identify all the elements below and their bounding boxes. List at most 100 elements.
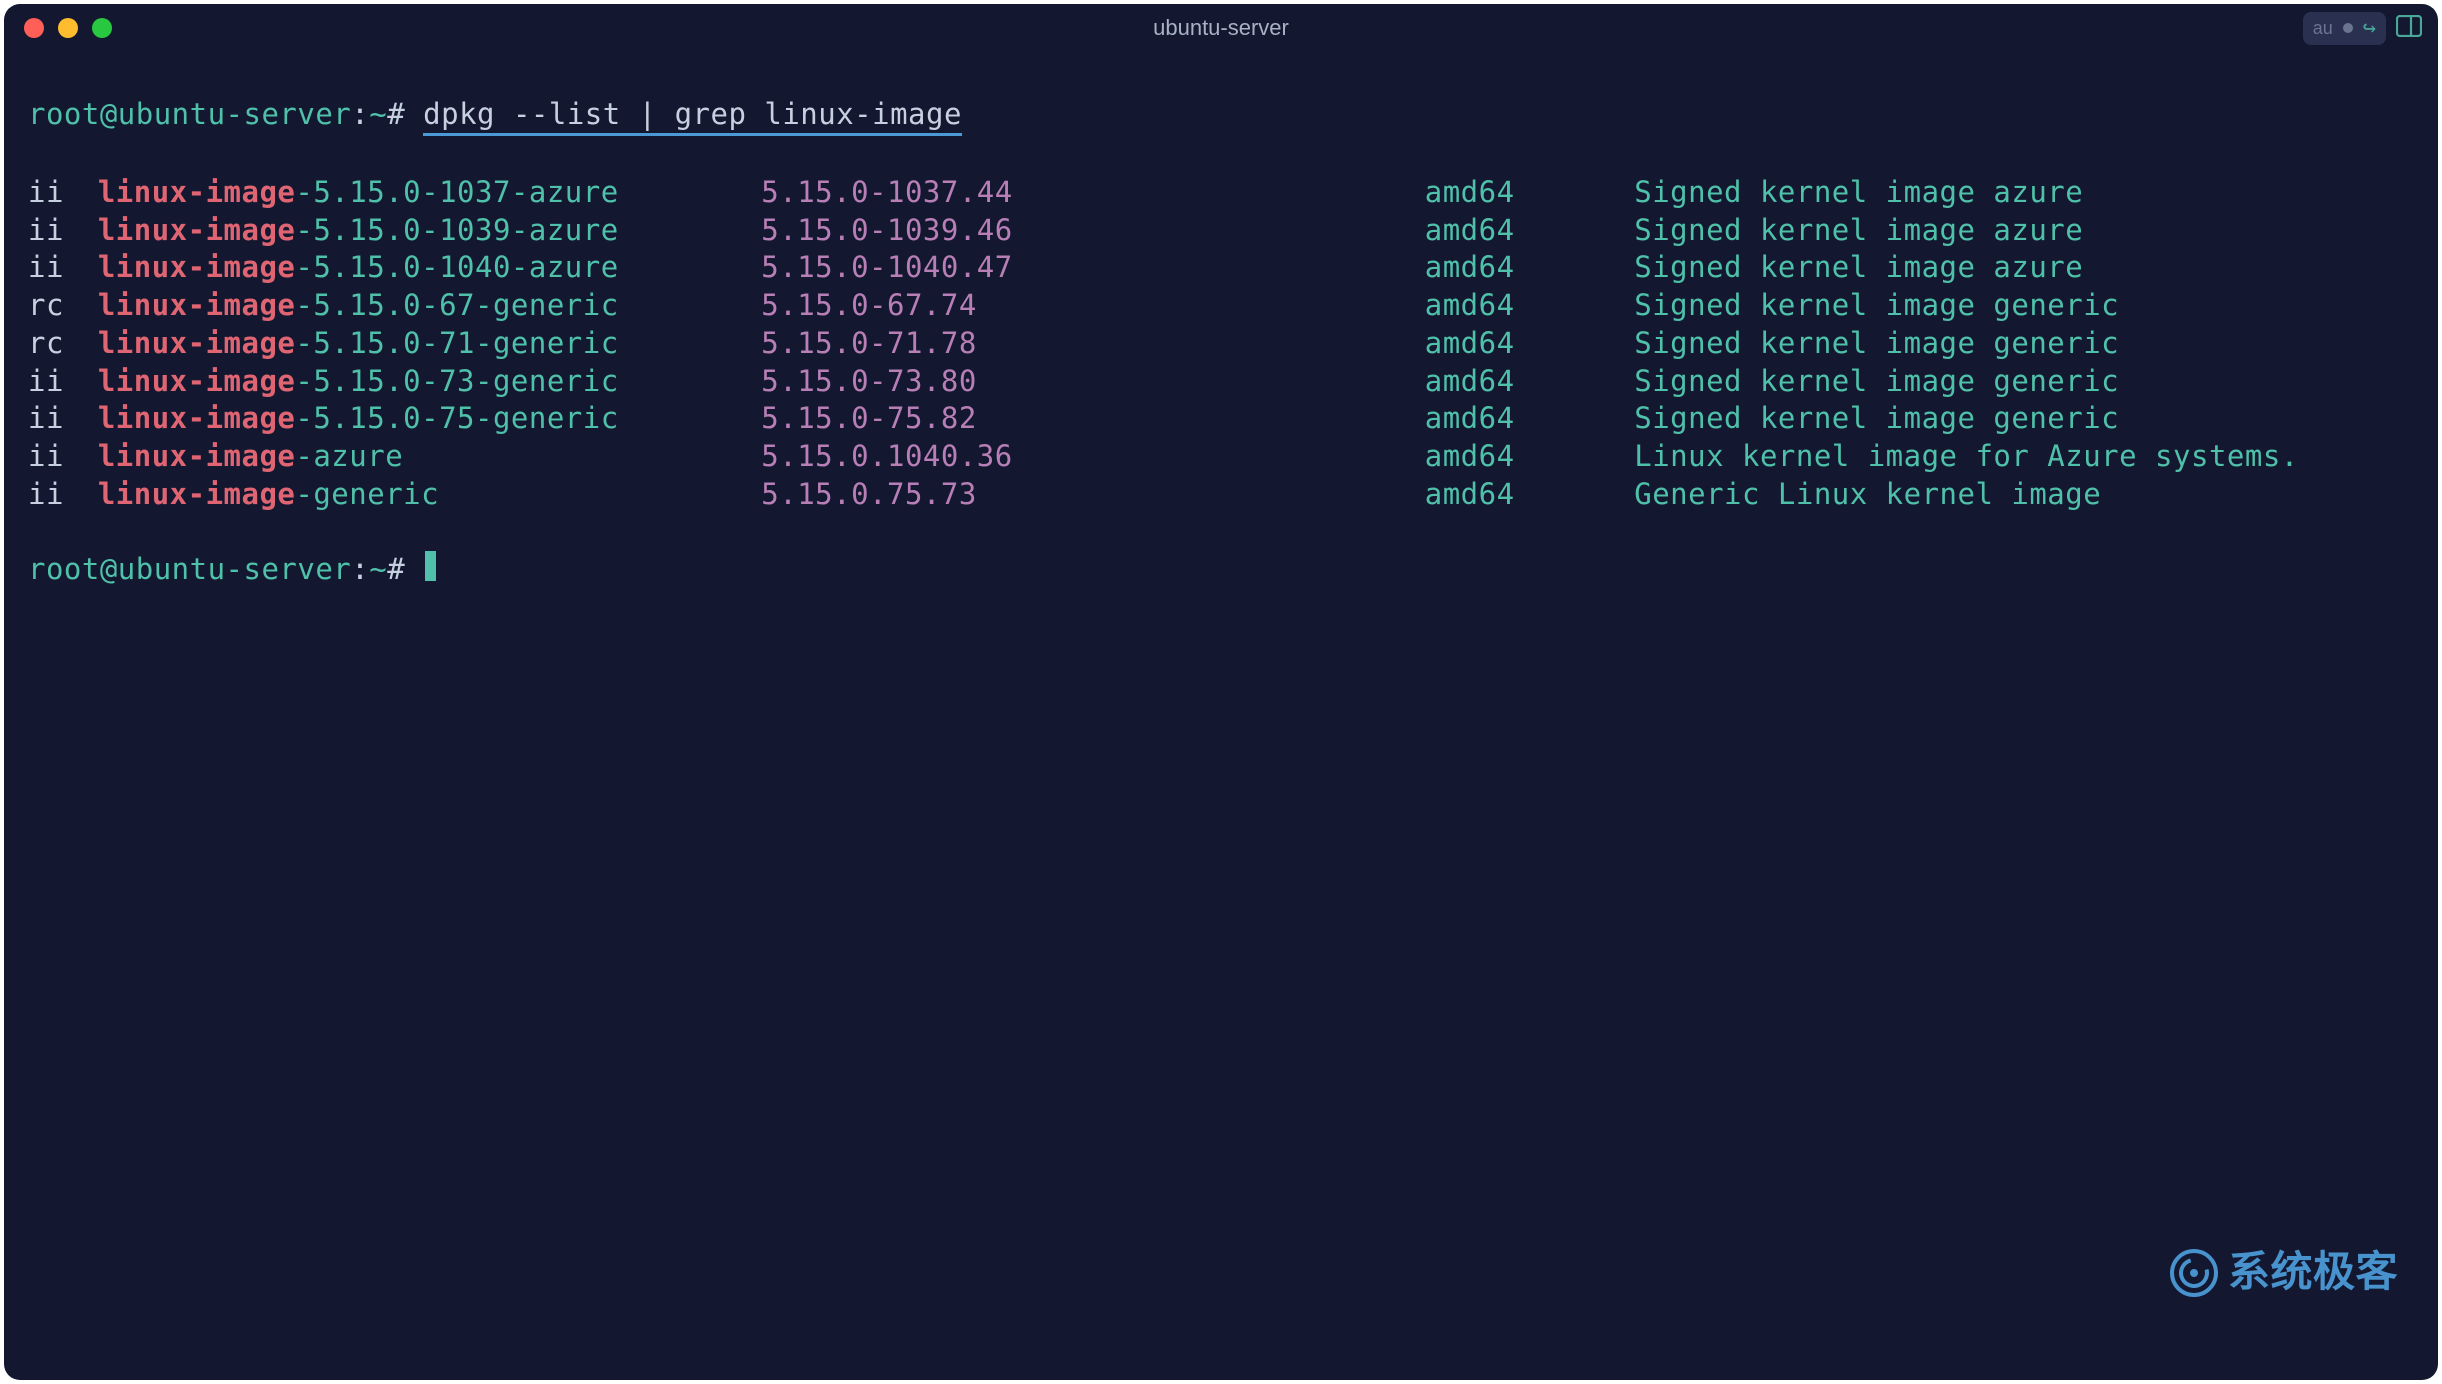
pkg-name: linux-image-azure xyxy=(98,438,761,476)
pkg-version: 5.15.0-73.80 xyxy=(761,363,1424,401)
prompt-line: root@ubuntu-server:~# dpkg --list | grep… xyxy=(28,96,2414,137)
profile-pill[interactable]: au ↪ xyxy=(2303,12,2386,45)
share-icon: ↪ xyxy=(2363,16,2376,41)
zoom-button[interactable] xyxy=(92,18,112,38)
pkg-name-suffix: -5.15.0-67-generic xyxy=(295,288,618,322)
pkg-description: Signed kernel image generic xyxy=(1634,363,2119,401)
pkg-name-suffix: -5.15.0-1037-azure xyxy=(295,175,618,209)
pkg-name: linux-image-5.15.0-67-generic xyxy=(98,287,761,325)
pkg-description: Signed kernel image generic xyxy=(1634,325,2119,363)
pkg-name: linux-image-5.15.0-75-generic xyxy=(98,400,761,438)
pkg-description: Signed kernel image azure xyxy=(1634,249,2083,287)
pkg-name-match: linux-image xyxy=(98,175,296,209)
prompt-user-host: root@ubuntu-server xyxy=(28,551,351,589)
prompt-line-2: root@ubuntu-server:~# xyxy=(28,551,2414,589)
pkg-name-match: linux-image xyxy=(98,326,296,360)
dot-icon xyxy=(2343,23,2353,33)
pkg-arch: amd64 xyxy=(1425,476,1635,514)
close-button[interactable] xyxy=(24,18,44,38)
pkg-arch: amd64 xyxy=(1425,287,1635,325)
pkg-status: rc xyxy=(28,325,98,363)
pkg-name-match: linux-image xyxy=(98,250,296,284)
pkg-status: ii xyxy=(28,212,98,250)
pkg-name-suffix: -5.15.0-71-generic xyxy=(295,326,618,360)
prompt-path: ~ xyxy=(369,551,387,589)
split-pane-icon[interactable] xyxy=(2396,15,2422,42)
pkg-name-suffix: -5.15.0-1040-azure xyxy=(295,250,618,284)
pkg-name-match: linux-image xyxy=(98,477,296,511)
pkg-arch: amd64 xyxy=(1425,400,1635,438)
pkg-name: linux-image-5.15.0-71-generic xyxy=(98,325,761,363)
pkg-status: ii xyxy=(28,174,98,212)
pkg-arch: amd64 xyxy=(1425,438,1635,476)
pkg-description: Signed kernel image azure xyxy=(1634,212,2083,250)
pkg-status: rc xyxy=(28,287,98,325)
package-row: ii linux-image-5.15.0-1037-azure5.15.0-1… xyxy=(28,174,2414,212)
package-row: ii linux-image-azure5.15.0.1040.36amd64L… xyxy=(28,438,2414,476)
pkg-arch: amd64 xyxy=(1425,174,1635,212)
pkg-name-suffix: -5.15.0-73-generic xyxy=(295,364,618,398)
pkg-version: 5.15.0-71.78 xyxy=(761,325,1424,363)
titlebar: ubuntu-server au ↪ xyxy=(4,4,2438,52)
pkg-description: Linux kernel image for Azure systems. xyxy=(1634,438,2299,476)
package-row: rc linux-image-5.15.0-67-generic5.15.0-6… xyxy=(28,287,2414,325)
pkg-name-suffix: -generic xyxy=(295,477,439,511)
pkg-version: 5.15.0.1040.36 xyxy=(761,438,1424,476)
pkg-status: ii xyxy=(28,363,98,401)
pkg-version: 5.15.0-67.74 xyxy=(761,287,1424,325)
pkg-arch: amd64 xyxy=(1425,212,1635,250)
package-row: ii linux-image-generic5.15.0.75.73amd64G… xyxy=(28,476,2414,514)
prompt-user-host: root@ubuntu-server xyxy=(28,96,351,137)
pkg-arch: amd64 xyxy=(1425,325,1635,363)
package-row: ii linux-image-5.15.0-1040-azure5.15.0-1… xyxy=(28,249,2414,287)
pkg-description: Signed kernel image generic xyxy=(1634,400,2119,438)
pkg-arch: amd64 xyxy=(1425,363,1635,401)
minimize-button[interactable] xyxy=(58,18,78,38)
watermark-text: 系统极客 xyxy=(2228,1245,2398,1300)
pkg-name: linux-image-5.15.0-73-generic xyxy=(98,363,761,401)
pkg-name-suffix: -azure xyxy=(295,439,403,473)
pkg-status: ii xyxy=(28,438,98,476)
pkg-version: 5.15.0.75.73 xyxy=(761,476,1424,514)
cursor xyxy=(425,551,435,581)
pkg-description: Generic Linux kernel image xyxy=(1634,476,2101,514)
pkg-name: linux-image-5.15.0-1037-azure xyxy=(98,174,761,212)
prompt-separator: : xyxy=(351,551,369,589)
pkg-version: 5.15.0-1037.44 xyxy=(761,174,1424,212)
pkg-description: Signed kernel image generic xyxy=(1634,287,2119,325)
pkg-status: ii xyxy=(28,400,98,438)
prompt-end: # xyxy=(387,96,405,137)
window-title: ubuntu-server xyxy=(1153,15,1289,41)
package-row: ii linux-image-5.15.0-1039-azure5.15.0-1… xyxy=(28,212,2414,250)
pkg-name: linux-image-generic xyxy=(98,476,761,514)
pkg-name-match: linux-image xyxy=(98,288,296,322)
profile-label: au xyxy=(2313,18,2333,39)
command-text: dpkg --list | grep linux-image xyxy=(423,96,962,137)
pkg-name-match: linux-image xyxy=(98,439,296,473)
pkg-description: Signed kernel image azure xyxy=(1634,174,2083,212)
terminal-window: ubuntu-server au ↪ root@ubuntu-server:~#… xyxy=(4,4,2438,1380)
package-row: rc linux-image-5.15.0-71-generic5.15.0-7… xyxy=(28,325,2414,363)
pkg-name-match: linux-image xyxy=(98,213,296,247)
pkg-name-suffix: -5.15.0-75-generic xyxy=(295,401,618,435)
pkg-version: 5.15.0-75.82 xyxy=(761,400,1424,438)
prompt-separator: : xyxy=(351,96,369,137)
pkg-status: ii xyxy=(28,249,98,287)
package-row: ii linux-image-5.15.0-73-generic5.15.0-7… xyxy=(28,363,2414,401)
pkg-version: 5.15.0-1039.46 xyxy=(761,212,1424,250)
pkg-name: linux-image-5.15.0-1039-azure xyxy=(98,212,761,250)
prompt-end: # xyxy=(387,551,405,589)
pkg-version: 5.15.0-1040.47 xyxy=(761,249,1424,287)
pkg-name: linux-image-5.15.0-1040-azure xyxy=(98,249,761,287)
pkg-status: ii xyxy=(28,476,98,514)
titlebar-right: au ↪ xyxy=(2303,12,2422,45)
pkg-name-match: linux-image xyxy=(98,401,296,435)
pkg-name-suffix: -5.15.0-1039-azure xyxy=(295,213,618,247)
pkg-name-match: linux-image xyxy=(98,364,296,398)
watermark-logo-icon xyxy=(2170,1249,2218,1297)
prompt-path: ~ xyxy=(369,96,387,137)
watermark: 系统极客 xyxy=(2170,1245,2398,1300)
package-row: ii linux-image-5.15.0-75-generic5.15.0-7… xyxy=(28,400,2414,438)
terminal-body[interactable]: root@ubuntu-server:~# dpkg --list | grep… xyxy=(4,52,2438,1380)
traffic-lights xyxy=(24,18,112,38)
